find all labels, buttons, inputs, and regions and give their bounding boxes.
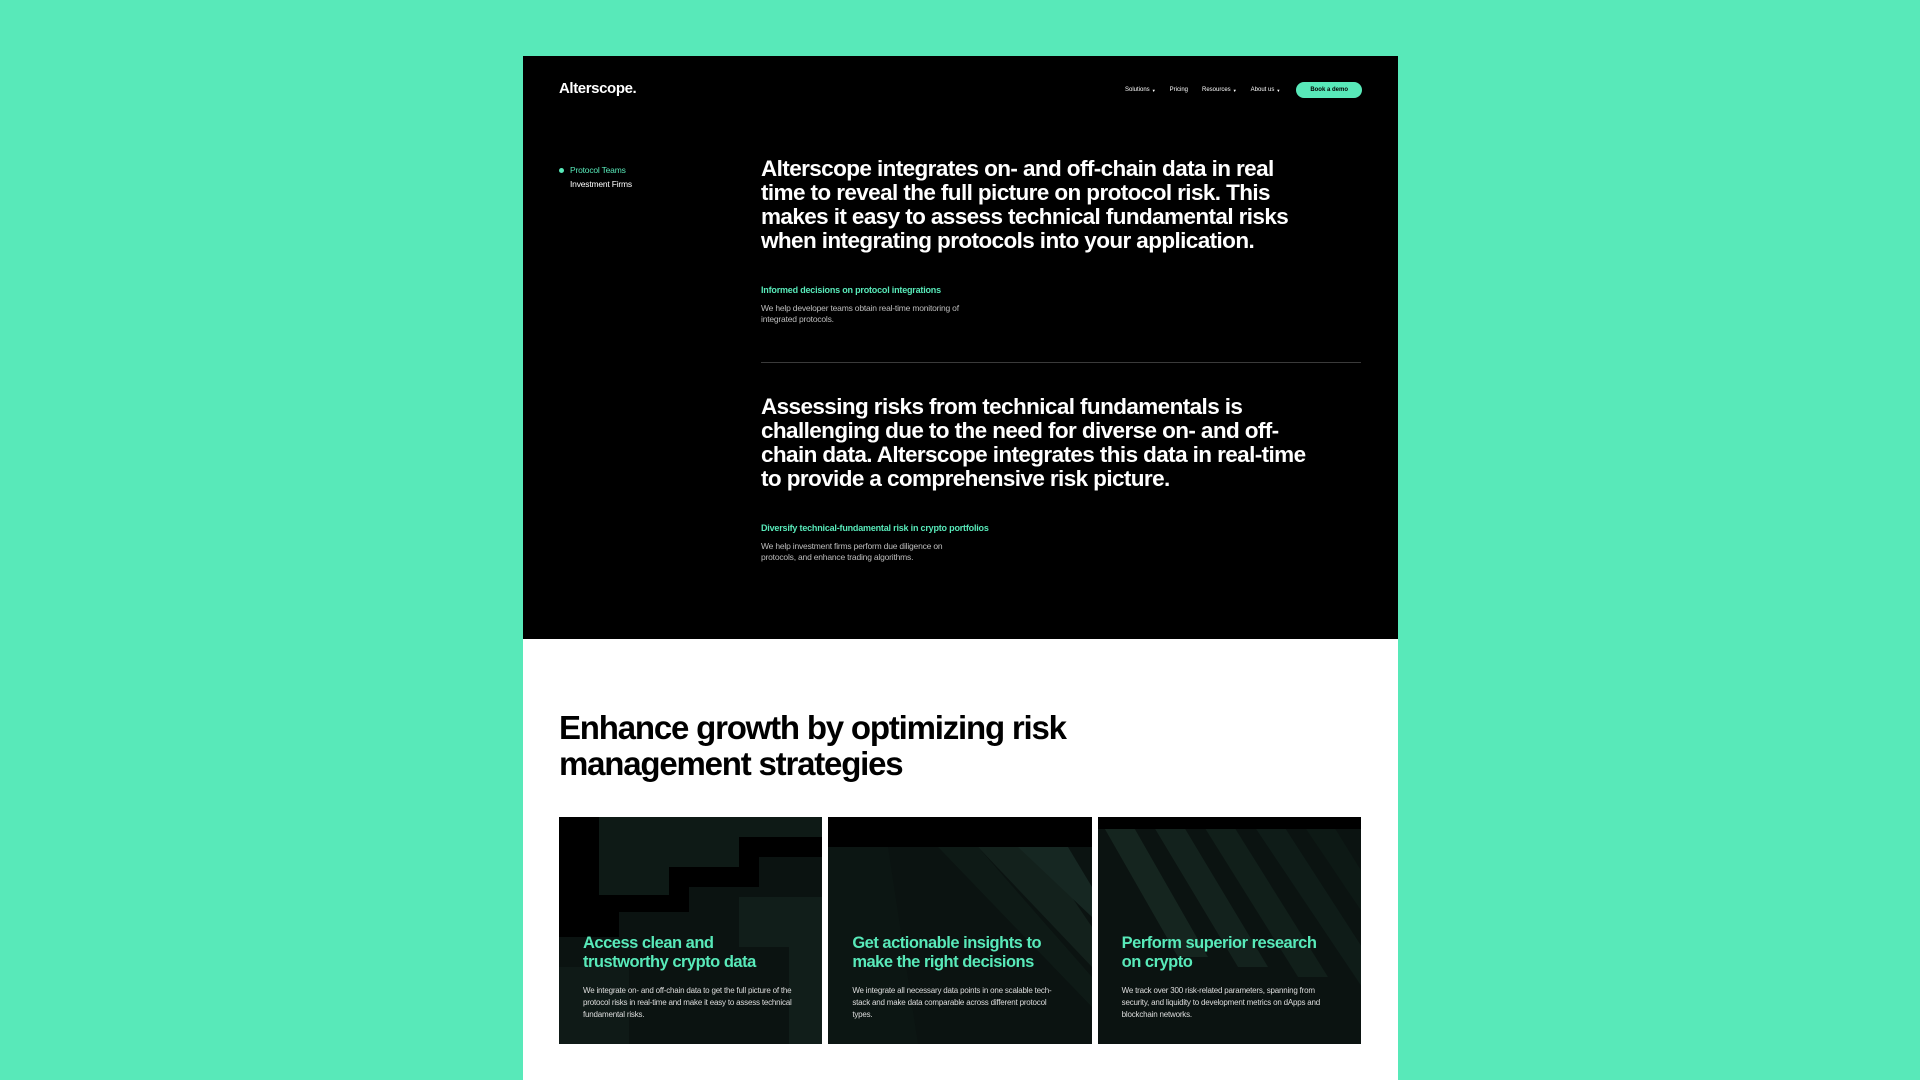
section-headline: Assessing risks from technical fundament… (761, 394, 1306, 491)
nav-item-solutions[interactable]: Solutions ▼ (1125, 87, 1156, 93)
section-subtitle: Informed decisions on protocol integrati… (761, 285, 941, 295)
card-title: Access clean and trustworthy crypto data (583, 934, 756, 971)
section-divider (761, 362, 1361, 363)
book-demo-button[interactable]: Book a demo (1296, 82, 1362, 98)
hero-section: Alterscope. Solutions ▼ Pricing Resource… (523, 56, 1398, 639)
feature-cards: Access clean and trustworthy crypto data… (559, 817, 1361, 1044)
website-frame: Alterscope. Solutions ▼ Pricing Resource… (523, 56, 1398, 1080)
card-text: We integrate all necessary data points i… (852, 986, 1052, 1019)
nav-label: Resources (1202, 87, 1231, 93)
card-title: Perform superior research on crypto (1121, 934, 1317, 971)
main-nav: Solutions ▼ Pricing Resources ▼ About us… (1125, 82, 1362, 98)
alterscope-logo[interactable]: Alterscope. (559, 80, 637, 97)
active-dot-icon (559, 168, 564, 173)
card-title: Get actionable insights to make the righ… (852, 934, 1042, 971)
investment-firms-section: Assessing risks from technical fundament… (761, 395, 1361, 563)
chevron-down-icon: ▼ (1232, 87, 1237, 93)
section-headline: Alterscope integrates on- and off-chain … (761, 156, 1289, 253)
nav-label: About us (1250, 87, 1275, 93)
feature-card-actionable-insights[interactable]: Get actionable insights to make the righ… (828, 817, 1092, 1044)
section-subtitle: Diversify technical-fundamental risk in … (761, 523, 989, 533)
section-text: We help investment firms perform due dil… (761, 541, 943, 562)
sidenav-item-label: Investment Firms (570, 179, 632, 189)
feature-card-clean-data[interactable]: Access clean and trustworthy crypto data… (559, 817, 823, 1044)
growth-heading: Enhance growth by optimizing risk manage… (559, 709, 1067, 782)
section-text: We help developer teams obtain real-time… (761, 303, 959, 324)
sidenav-item-label: Protocol Teams (570, 165, 626, 175)
sidenav-item-protocol-teams[interactable]: Protocol Teams (559, 163, 632, 177)
nav-item-pricing[interactable]: Pricing (1170, 87, 1188, 93)
chevron-down-icon: ▼ (1276, 87, 1281, 93)
nav-label: Pricing (1169, 87, 1188, 93)
nav-item-about-us[interactable]: About us ▼ (1251, 87, 1281, 93)
card-text: We track over 300 risk-related parameter… (1121, 986, 1321, 1019)
chevron-down-icon: ▼ (1151, 87, 1156, 93)
sidenav-item-investment-firms[interactable]: Investment Firms (559, 177, 632, 191)
nav-label: Solutions (1125, 87, 1150, 93)
nav-item-resources[interactable]: Resources ▼ (1202, 87, 1237, 93)
feature-card-superior-research[interactable]: Perform superior research on crypto We t… (1097, 817, 1361, 1044)
card-text: We integrate on- and off-chain data to g… (583, 986, 792, 1019)
protocol-teams-section: Alterscope integrates on- and off-chain … (761, 157, 1361, 325)
audience-sidenav: Protocol Teams Investment Firms (559, 163, 632, 191)
